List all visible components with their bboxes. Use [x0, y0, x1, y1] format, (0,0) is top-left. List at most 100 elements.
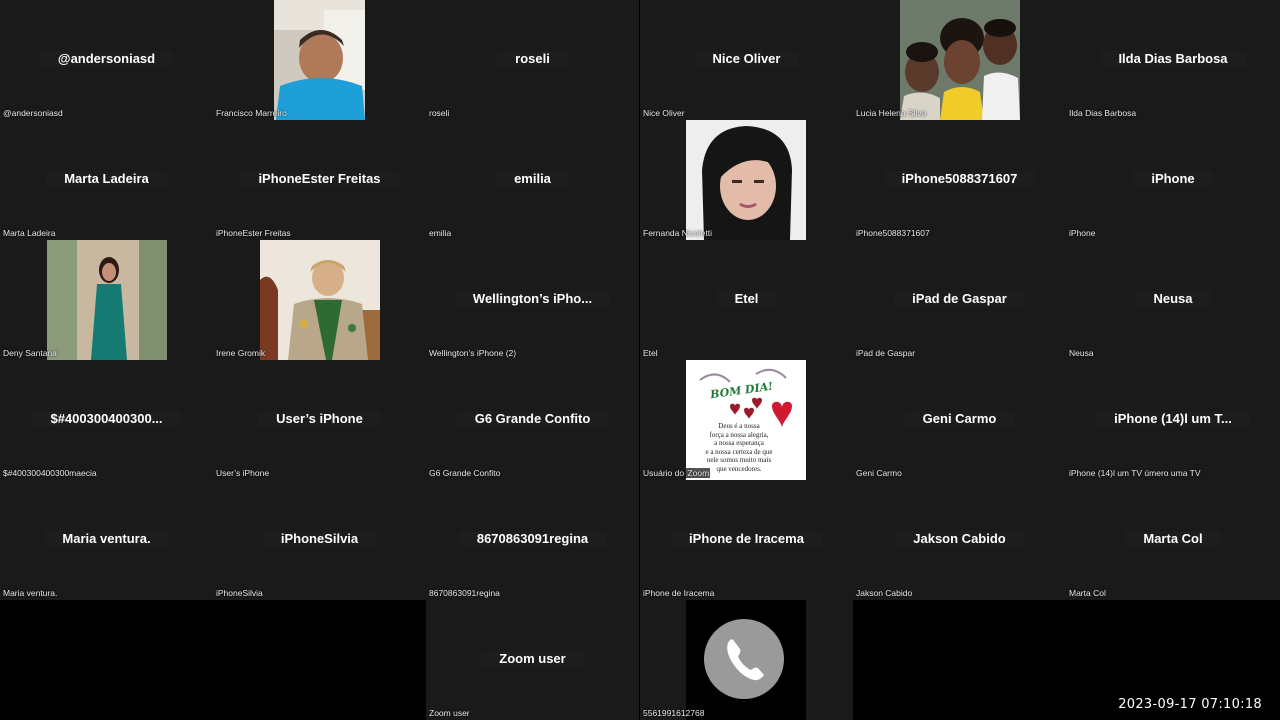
- participant-label: Marta Col: [1069, 588, 1106, 598]
- participant-name: Marta Col: [1125, 531, 1221, 546]
- participant-name: iPhoneEster Freitas: [240, 171, 399, 186]
- participant-name: Zoom user: [481, 651, 584, 666]
- participant-label: Geni Carmo: [856, 468, 902, 478]
- recording-timestamp: 2023-09-17 07:10:18: [1118, 697, 1262, 712]
- participant-tile[interactable]: Maria ventura. Maria ventura.: [0, 480, 213, 600]
- participant-name: G6 Grande Confito: [456, 411, 609, 426]
- participant-label: Nice Oliver: [643, 108, 685, 118]
- participant-label: 8670863091regina: [429, 588, 500, 598]
- participant-tile[interactable]: Francisco Marreiro: [213, 0, 426, 120]
- participant-name: Geni Carmo: [904, 411, 1015, 426]
- participant-name: roseli: [497, 51, 568, 66]
- participant-tile[interactable]: Nice Oliver Nice Oliver: [640, 0, 853, 120]
- participant-name: User’s iPhone: [258, 411, 381, 426]
- participant-tile[interactable]: iPhone5088371607 iPhone5088371607: [853, 120, 1066, 240]
- participant-video: [274, 0, 365, 120]
- participant-tile[interactable]: Lucia Helena Silva: [853, 0, 1066, 120]
- participant-tile[interactable]: User’s iPhone User’s iPhone: [213, 360, 426, 480]
- participant-label: emilia: [429, 228, 452, 238]
- participant-name: Neusa: [1135, 291, 1211, 306]
- participant-tile[interactable]: Wellington’s iPho... Wellington’s iPhone…: [426, 240, 639, 360]
- participant-label: iPhone5088371607: [856, 228, 930, 238]
- participant-tile[interactable]: Marta Ladeira Marta Ladeira: [0, 120, 213, 240]
- participant-tile[interactable]: iPhoneEster Freitas iPhoneEster Freitas: [213, 120, 426, 240]
- participant-label: Usuário do Zoom: [643, 468, 711, 478]
- participant-name: iPhone5088371607: [883, 171, 1036, 186]
- participant-name: @andersoniasd: [39, 51, 174, 66]
- participant-tile[interactable]: roseli roseli: [426, 0, 639, 120]
- participant-label: Francisco Marreiro: [216, 108, 287, 118]
- card-text: Deus é a nossa força a nossa alegria, a …: [705, 422, 773, 473]
- participant-label: Lucia Helena Silva: [856, 108, 927, 118]
- participant-video: [686, 120, 806, 240]
- participant-tile[interactable]: iPhone iPhone: [1066, 120, 1280, 240]
- empty-area: [0, 600, 426, 720]
- participant-tile[interactable]: Ilda Dias Barbosa Ilda Dias Barbosa: [1066, 0, 1280, 120]
- participant-name: Jakson Cabido: [895, 531, 1024, 546]
- participant-label: Zoom user: [429, 708, 470, 718]
- participant-label: Deny Santana: [3, 348, 57, 358]
- participant-label: iPhoneEster Freitas: [216, 228, 291, 238]
- participant-tile[interactable]: BOM DIA! Deus é a nossa força a nossa al…: [640, 360, 853, 480]
- phone-participant-video: [686, 600, 806, 720]
- participant-tile[interactable]: Etel Etel: [640, 240, 853, 360]
- participant-tile[interactable]: 8670863091regina 8670863091regina: [426, 480, 639, 600]
- participant-name: $#400300400300...: [32, 411, 181, 426]
- participant-tile[interactable]: Geni Carmo Geni Carmo: [853, 360, 1066, 480]
- participant-name: Maria ventura.: [44, 531, 169, 546]
- participant-label: Maria ventura.: [3, 588, 58, 598]
- participant-label: Neusa: [1069, 348, 1094, 358]
- participant-label: roseli: [429, 108, 450, 118]
- participant-label: G6 Grande Confito: [429, 468, 501, 478]
- participant-label: iPhone: [1069, 228, 1096, 238]
- participant-video: [47, 240, 167, 360]
- participant-name: Nice Oliver: [694, 51, 799, 66]
- participant-label: iPad de Gaspar: [856, 348, 916, 358]
- participant-tile[interactable]: iPad de Gaspar iPad de Gaspar: [853, 240, 1066, 360]
- participant-tile[interactable]: Fernanda Nicoletti: [640, 120, 853, 240]
- participant-label: 5561991612768: [643, 708, 705, 718]
- participant-label: Wellington’s iPhone (2): [429, 348, 517, 358]
- participant-label: Ilda Dias Barbosa: [1069, 108, 1137, 118]
- participant-tile[interactable]: iPhoneSilvia iPhoneSilvia: [213, 480, 426, 600]
- participant-label: @andersoniasd: [3, 108, 63, 118]
- participant-tile[interactable]: iPhone de Iracema iPhone de Iracema: [640, 480, 853, 600]
- participant-tile[interactable]: G6 Grande Confito G6 Grande Confito: [426, 360, 639, 480]
- participant-label: Marta Ladeira: [3, 228, 56, 238]
- participant-name: iPhone: [1133, 171, 1213, 186]
- participant-name: iPhoneSilvia: [262, 531, 377, 546]
- participant-tile[interactable]: Marta Col Marta Col: [1066, 480, 1280, 600]
- participant-name: iPhone (14)l um T...: [1096, 411, 1250, 426]
- participant-tile[interactable]: Irene Gromik: [213, 240, 426, 360]
- participant-video: [260, 240, 380, 360]
- participant-tile[interactable]: Zoom user Zoom user: [426, 600, 639, 720]
- participant-tile[interactable]: Jakson Cabido Jakson Cabido: [853, 480, 1066, 600]
- participant-label: Irene Gromik: [216, 348, 266, 358]
- participant-name: iPad de Gaspar: [894, 291, 1025, 306]
- participant-name: Wellington’s iPho...: [454, 291, 611, 306]
- participant-name: 8670863091regina: [458, 531, 607, 546]
- participant-video: [900, 0, 1020, 120]
- participant-label: iPhoneSilvia: [216, 588, 263, 598]
- participant-name: iPhone de Iracema: [671, 531, 822, 546]
- participant-label: iPhone de Iracema: [643, 588, 715, 598]
- participant-tile[interactable]: Neusa Neusa: [1066, 240, 1280, 360]
- participant-label: Jakson Cabido: [856, 588, 913, 598]
- participant-tile[interactable]: Deny Santana: [0, 240, 213, 360]
- participant-tile[interactable]: $#400300400300... $#400300400300maecia: [0, 360, 213, 480]
- participant-tile[interactable]: @andersoniasd @andersoniasd: [0, 0, 213, 120]
- participant-name: Marta Ladeira: [46, 171, 167, 186]
- participant-label: Fernanda Nicoletti: [643, 228, 712, 238]
- participant-label: $#400300400300maecia: [3, 468, 97, 478]
- phone-icon: [686, 600, 806, 720]
- participant-name: Etel: [716, 291, 777, 306]
- participant-label: iPhone (14)l um TV úmero uma TV: [1069, 468, 1201, 478]
- participant-name: Ilda Dias Barbosa: [1100, 51, 1246, 66]
- participant-label: Etel: [643, 348, 658, 358]
- participant-tile[interactable]: iPhone (14)l um T... iPhone (14)l um TV …: [1066, 360, 1280, 480]
- participant-name: emilia: [496, 171, 569, 186]
- bom-dia-card: BOM DIA! Deus é a nossa força a nossa al…: [686, 360, 806, 480]
- participant-tile[interactable]: emilia emilia: [426, 120, 639, 240]
- participant-label: User’s iPhone: [216, 468, 270, 478]
- participant-tile[interactable]: 5561991612768: [640, 600, 853, 720]
